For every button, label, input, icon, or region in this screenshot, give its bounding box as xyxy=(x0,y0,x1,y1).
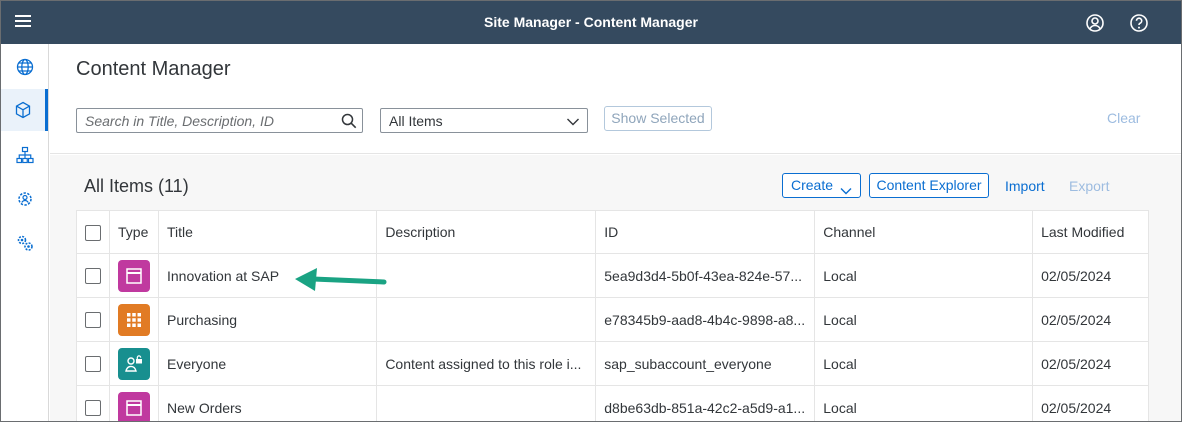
content-cube-icon[interactable] xyxy=(1,89,48,131)
channel-cell: Local xyxy=(814,341,1034,386)
search-input[interactable] xyxy=(77,109,332,132)
globe-icon[interactable] xyxy=(1,46,48,88)
type-cell xyxy=(109,297,159,342)
id-cell: 5ea9d3d4-5b0f-43ea-824e-57... xyxy=(595,253,816,298)
last-modified-cell: 02/05/2024 xyxy=(1032,385,1149,421)
table-row[interactable]: Innovation at SAP 5ea9d3d4-5b0f-43ea-824… xyxy=(76,253,1149,298)
channel-cell: Local xyxy=(814,385,1034,421)
import-button[interactable]: Import xyxy=(1005,178,1045,194)
page-icon xyxy=(118,391,150,421)
filter-value: All Items xyxy=(389,113,443,129)
export-button[interactable]: Export xyxy=(1069,178,1109,194)
row-select-cell xyxy=(76,297,110,342)
content-table: Type Title Description ID Channel Last M… xyxy=(76,210,1149,421)
create-button[interactable]: Create xyxy=(782,173,861,198)
table-row[interactable]: New Orders d8be63db-851a-42c2-a5d9-a1...… xyxy=(76,385,1149,421)
shell-bar: Site Manager - Content Manager xyxy=(1,1,1181,44)
channel-cell: Local xyxy=(814,297,1034,342)
row-select-cell xyxy=(76,341,110,386)
chevron-down-icon xyxy=(566,115,580,127)
id-cell: e78345b9-aad8-4b4c-9898-a8... xyxy=(595,297,816,342)
user-profile-icon[interactable] xyxy=(1083,11,1107,35)
id-cell: sap_subaccount_everyone xyxy=(595,341,816,386)
row-select-cell xyxy=(76,385,110,421)
site-hierarchy-icon[interactable] xyxy=(1,134,48,176)
role-icon xyxy=(118,347,150,380)
last-modified-cell: 02/05/2024 xyxy=(1032,297,1149,342)
app-window: Site Manager - Content Manager Content M… xyxy=(0,0,1182,422)
last-modified-cell: 02/05/2024 xyxy=(1032,253,1149,298)
side-navigation xyxy=(1,44,49,421)
search-icon[interactable] xyxy=(340,112,358,130)
content-explorer-button[interactable]: Content Explorer xyxy=(869,173,989,198)
column-header-channel[interactable]: Channel xyxy=(814,210,1034,254)
title-cell: Purchasing xyxy=(157,297,378,342)
gears-icon[interactable] xyxy=(1,222,48,264)
description-cell xyxy=(376,253,597,298)
search-field[interactable] xyxy=(76,108,363,133)
description-cell xyxy=(376,297,597,342)
description-cell: Content assigned to this role i... xyxy=(376,341,597,386)
title-cell: Everyone xyxy=(157,341,378,386)
page-title: Content Manager xyxy=(76,58,231,80)
show-selected-button[interactable]: Show Selected xyxy=(604,106,712,131)
page-icon xyxy=(118,259,150,292)
column-header-type[interactable]: Type xyxy=(109,210,159,254)
help-icon[interactable] xyxy=(1127,11,1151,35)
last-modified-cell: 02/05/2024 xyxy=(1032,341,1149,386)
id-cell: d8be63db-851a-42c2-a5d9-a1... xyxy=(595,385,816,421)
content-list-panel: All Items (11) Create Content Explorer I… xyxy=(50,155,1181,421)
row-checkbox[interactable] xyxy=(85,268,101,285)
title-cell: New Orders xyxy=(157,385,378,421)
row-checkbox[interactable] xyxy=(85,356,101,373)
list-title: All Items (11) xyxy=(84,176,189,196)
apps-grid-icon xyxy=(118,303,150,336)
row-checkbox[interactable] xyxy=(85,400,101,417)
select-all-checkbox[interactable] xyxy=(85,224,101,241)
chevron-down-icon xyxy=(840,180,852,195)
column-header-title[interactable]: Title xyxy=(157,210,378,254)
items-filter-select[interactable]: All Items xyxy=(380,108,588,133)
type-cell xyxy=(109,253,159,298)
column-header-description[interactable]: Description xyxy=(376,210,597,254)
type-cell xyxy=(109,341,159,386)
app-title: Site Manager - Content Manager xyxy=(484,14,698,30)
type-cell xyxy=(109,385,159,421)
table-row[interactable]: Everyone Content assigned to this role i… xyxy=(76,341,1149,386)
column-header-id[interactable]: ID xyxy=(595,210,816,254)
clear-button[interactable]: Clear xyxy=(1107,110,1140,126)
channel-cell: Local xyxy=(814,253,1034,298)
table-header-row: Type Title Description ID Channel Last M… xyxy=(76,210,1149,254)
row-select-cell xyxy=(76,253,110,298)
table-row[interactable]: Purchasing e78345b9-aad8-4b4c-9898-a8...… xyxy=(76,297,1149,342)
user-settings-icon[interactable] xyxy=(1,178,48,220)
page-header: Content Manager All Items Show Selected … xyxy=(50,44,1181,154)
create-label: Create xyxy=(791,177,834,193)
column-header-last-modified[interactable]: Last Modified xyxy=(1032,210,1149,254)
select-all-cell xyxy=(76,210,110,254)
annotation-arrow-icon xyxy=(295,268,387,291)
description-cell xyxy=(376,385,597,421)
row-checkbox[interactable] xyxy=(85,312,101,329)
